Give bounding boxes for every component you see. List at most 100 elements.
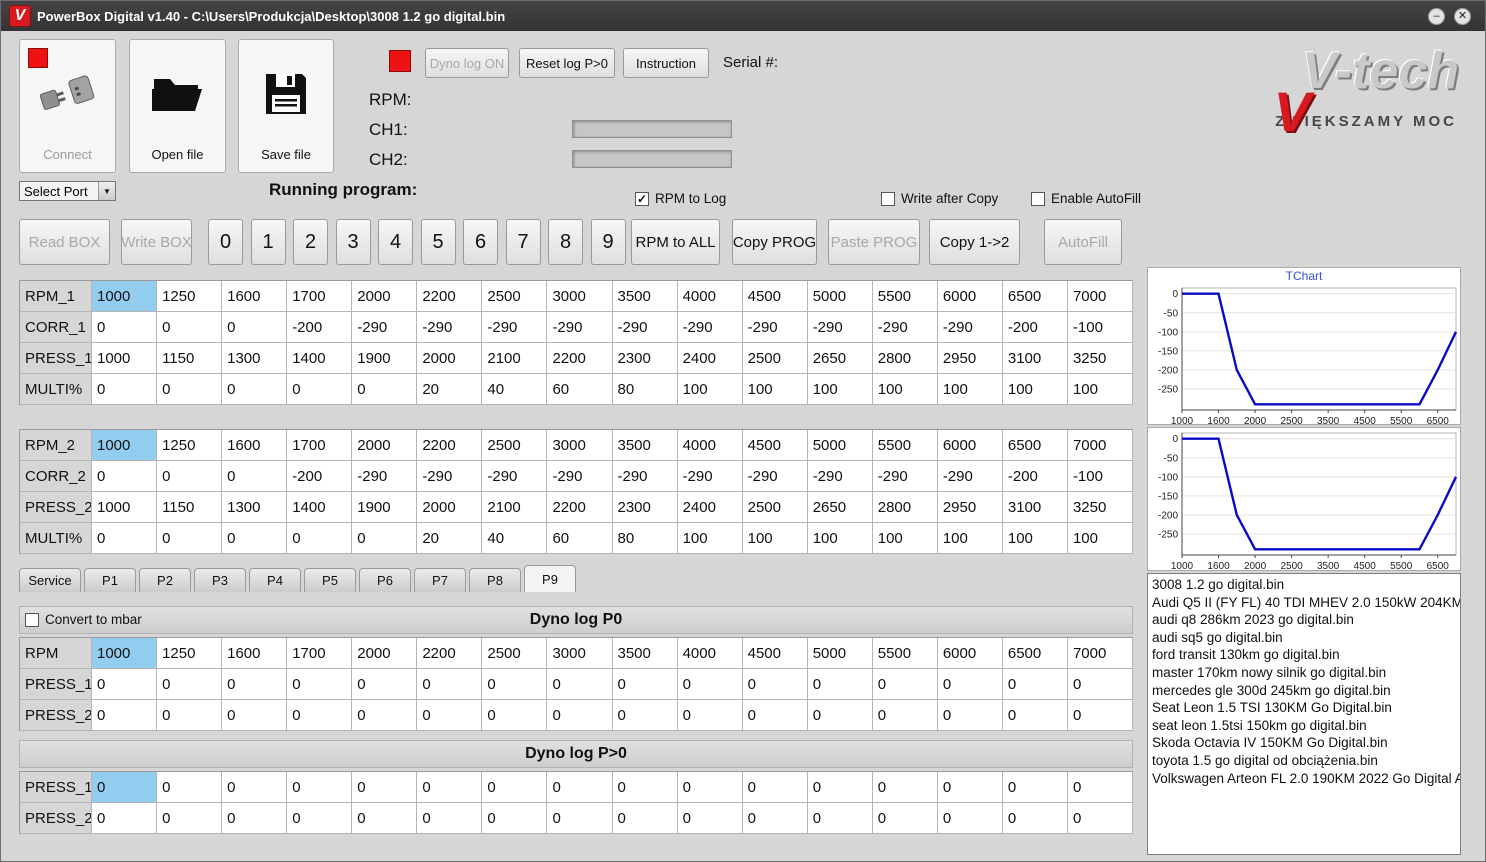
table-cell[interactable]: 2500 (482, 430, 548, 461)
table-cell[interactable]: 3000 (547, 281, 613, 312)
table-cell[interactable]: 2100 (482, 492, 548, 523)
table-cell[interactable]: 0 (222, 461, 288, 492)
table-cell[interactable]: 1250 (157, 430, 223, 461)
table-cell[interactable]: -290 (937, 461, 1003, 492)
table-cell[interactable]: 0 (287, 523, 353, 554)
table-cell[interactable]: 5500 (872, 638, 938, 669)
table-cell[interactable]: 100 (807, 523, 873, 554)
table-cell[interactable]: 60 (547, 523, 613, 554)
table-cell[interactable]: 0 (92, 669, 158, 700)
table-cell[interactable]: 0 (742, 669, 808, 700)
table-cell[interactable]: 0 (1067, 772, 1133, 803)
file-list-item[interactable]: seat leon 1.5tsi 150km go digital.bin (1152, 717, 1460, 735)
file-list-item[interactable]: Skoda Octavia IV 150KM Go Digital.bin (1152, 734, 1460, 752)
tab-p7[interactable]: P7 (414, 568, 466, 592)
table-cell[interactable]: -290 (872, 461, 938, 492)
table-cell[interactable]: 100 (872, 523, 938, 554)
table-cell[interactable]: 1150 (157, 492, 223, 523)
table-cell[interactable]: -200 (1002, 312, 1068, 343)
table-cell[interactable]: 1250 (157, 281, 223, 312)
table-cell[interactable]: 0 (157, 312, 223, 343)
file-list-item[interactable]: Audi Q5 II (FY FL) 40 TDI MHEV 2.0 150kW… (1152, 594, 1460, 612)
table-cell[interactable]: 0 (677, 803, 743, 834)
table-cell[interactable]: 5500 (872, 281, 938, 312)
table-cell[interactable]: 0 (287, 700, 353, 731)
table-cell[interactable]: 2500 (742, 492, 808, 523)
table-cell[interactable]: 1000 (92, 492, 158, 523)
table-cell[interactable]: 2000 (352, 638, 418, 669)
table-cell[interactable]: 2200 (417, 638, 483, 669)
table-cell[interactable]: -290 (677, 461, 743, 492)
digit-8-button[interactable]: 8 (548, 219, 583, 265)
paste-prog-button[interactable]: Paste PROG (828, 219, 920, 265)
table-cell[interactable]: 1600 (222, 281, 288, 312)
digit-9-button[interactable]: 9 (590, 219, 626, 265)
table-cell[interactable]: -290 (547, 461, 613, 492)
table-cell[interactable]: 0 (352, 374, 418, 405)
tab-p2[interactable]: P2 (139, 568, 191, 592)
digit-0-button[interactable]: 0 (208, 219, 243, 265)
table-cell[interactable]: 5000 (807, 430, 873, 461)
table-cell[interactable]: -290 (417, 461, 483, 492)
table-cell[interactable]: 100 (937, 374, 1003, 405)
table-cell[interactable]: 0 (482, 669, 548, 700)
table-cell[interactable]: 100 (1002, 523, 1068, 554)
digit-7-button[interactable]: 7 (505, 219, 541, 265)
table-cell[interactable]: 0 (1002, 772, 1068, 803)
close-button[interactable]: ✕ (1454, 8, 1471, 25)
table-cell[interactable]: 5000 (807, 281, 873, 312)
table-cell[interactable]: 3100 (1002, 343, 1068, 374)
table-cell[interactable]: 100 (937, 523, 1003, 554)
table-cell[interactable]: 80 (612, 374, 678, 405)
connect-button[interactable]: Connect (19, 39, 116, 173)
table-cell[interactable]: 100 (742, 374, 808, 405)
table-cell[interactable]: 0 (352, 803, 418, 834)
checkbox-box[interactable] (881, 191, 895, 206)
table-cell[interactable]: 1600 (222, 430, 288, 461)
table-cell[interactable]: 0 (612, 700, 678, 731)
tab-p6[interactable]: P6 (359, 568, 411, 592)
table-cell[interactable]: 0 (1067, 669, 1133, 700)
table-cell[interactable]: 2500 (482, 281, 548, 312)
table-cell[interactable]: 0 (157, 803, 223, 834)
table-cell[interactable]: 0 (287, 374, 353, 405)
table-cell[interactable]: -290 (742, 312, 808, 343)
table-cell[interactable]: 0 (872, 803, 938, 834)
table-cell[interactable]: 1400 (287, 343, 353, 374)
table-cell[interactable]: -290 (482, 461, 548, 492)
checkbox-box[interactable] (25, 612, 39, 627)
table-cell[interactable]: -290 (547, 312, 613, 343)
table-cell[interactable]: 2650 (807, 492, 873, 523)
table-cell[interactable]: 0 (742, 772, 808, 803)
minimize-button[interactable]: – (1428, 8, 1445, 25)
file-list-item[interactable]: master 170km nowy silnik go digital.bin (1152, 664, 1460, 682)
table-cell[interactable]: 0 (807, 772, 873, 803)
table-cell[interactable]: 0 (807, 669, 873, 700)
table-cell[interactable]: 1600 (222, 638, 288, 669)
table-cell[interactable]: 100 (872, 374, 938, 405)
table-cell[interactable]: 100 (807, 374, 873, 405)
file-list-item[interactable]: Volkswagen Arteon FL 2.0 190KM 2022 Go D… (1152, 770, 1460, 788)
table-cell[interactable]: 0 (92, 772, 158, 803)
tab-p3[interactable]: P3 (194, 568, 246, 592)
checkbox-box[interactable]: ✓ (635, 191, 649, 206)
convert-to-mbar-checkbox[interactable]: Convert to mbar (25, 612, 142, 627)
table-cell[interactable]: 1400 (287, 492, 353, 523)
table-cell[interactable]: 1700 (287, 638, 353, 669)
table-cell[interactable]: 2000 (352, 430, 418, 461)
table-cell[interactable]: 2200 (547, 343, 613, 374)
table-cell[interactable]: 1000 (92, 638, 158, 669)
chevron-down-icon[interactable]: ▼ (98, 182, 115, 200)
table-cell[interactable]: -290 (807, 461, 873, 492)
table-cell[interactable]: -100 (1067, 312, 1133, 343)
table-cell[interactable]: 0 (1067, 700, 1133, 731)
tab-p4[interactable]: P4 (249, 568, 301, 592)
table-cell[interactable]: -100 (1067, 461, 1133, 492)
table-cell[interactable]: 0 (807, 700, 873, 731)
table-cell[interactable]: 0 (287, 669, 353, 700)
table-cell[interactable]: 6000 (937, 281, 1003, 312)
table-cell[interactable]: 2000 (352, 281, 418, 312)
table-cell[interactable]: 0 (937, 700, 1003, 731)
table-cell[interactable]: 1700 (287, 430, 353, 461)
table-cell[interactable]: 1900 (352, 492, 418, 523)
